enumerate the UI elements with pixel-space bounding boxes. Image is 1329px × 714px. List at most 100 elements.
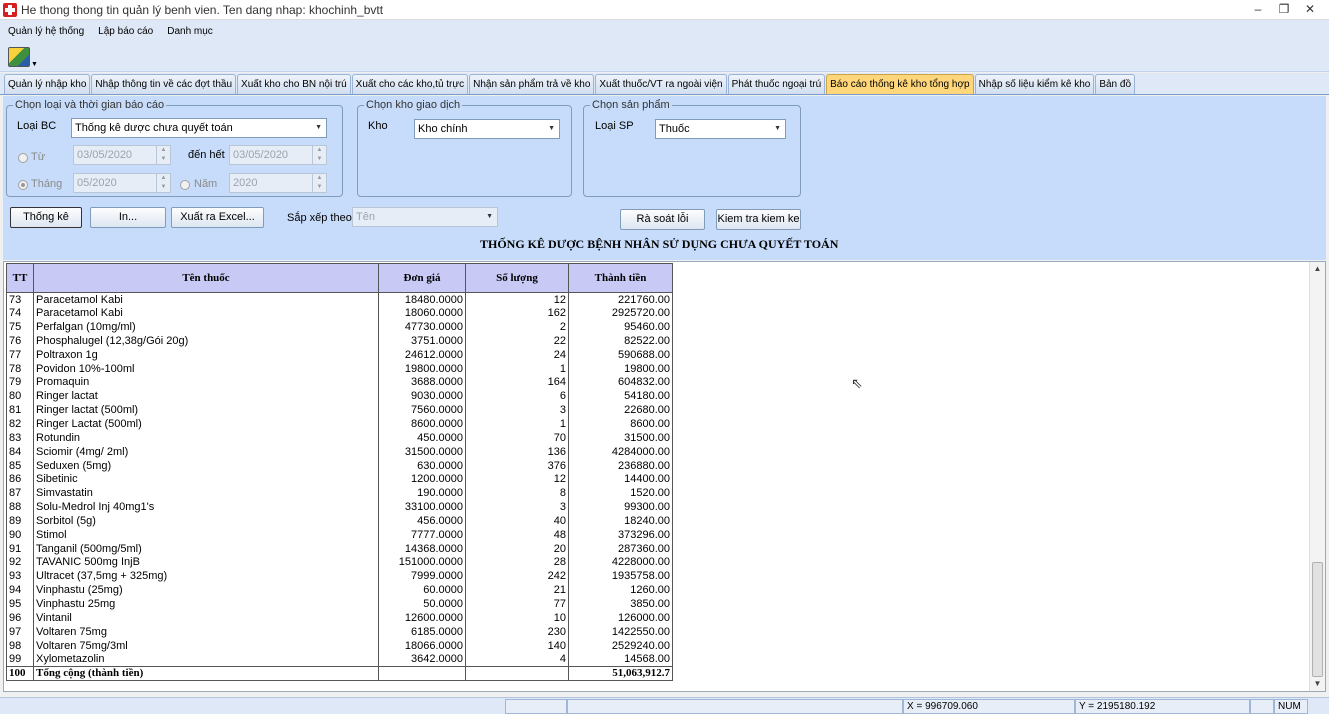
close-button[interactable]: ✕ bbox=[1297, 0, 1323, 18]
table-row[interactable]: 84 Sciomir (4mg/ 2ml) 31500.0000 136 4284000… bbox=[6, 444, 673, 459]
toolbox-icon bbox=[8, 47, 30, 67]
table-total-row[interactable]: 100 Tổng cộng (thành tiền) 51,063,912.7 bbox=[6, 665, 673, 681]
table-row[interactable]: 81 Ringer lactat (500ml) 7560.0000 3 22680.0… bbox=[6, 403, 673, 418]
group-title: Chọn loại và thời gian báo cáo bbox=[13, 99, 167, 111]
table-row[interactable]: 96 Vintanil 12600.0000 10 126000.00 bbox=[6, 610, 673, 625]
cell-thanh-tien: 3850.00 bbox=[568, 597, 673, 611]
table-row[interactable]: 80 Ringer lactat 9030.0000 6 54180.00 bbox=[6, 389, 673, 404]
table-row[interactable]: 91 Tanganil (500mg/5ml) 14368.0000 20 287360… bbox=[6, 541, 673, 556]
col-header-ten-thuoc[interactable]: Tên thuốc bbox=[33, 263, 379, 293]
table-row[interactable]: 88 Solu-Medrol Inj 40mg1's 33100.0000 3 9930… bbox=[6, 500, 673, 514]
col-header-thanh-tien[interactable]: Thành tiền bbox=[568, 263, 673, 293]
cell-don-gia: 9030.0000 bbox=[378, 389, 466, 404]
table-row[interactable]: 79 Promaquin 3688.0000 164 604832.00 bbox=[6, 375, 673, 390]
nam-radio[interactable] bbox=[180, 180, 190, 190]
toolbar-main-button[interactable]: ▼ bbox=[8, 44, 38, 70]
den-het-date-input[interactable]: 03/05/2020 ▲ ▼ bbox=[229, 145, 327, 165]
table-row[interactable]: 90 Stimol 7777.0000 48 373296.00 bbox=[6, 527, 673, 542]
table-row[interactable]: 74 Paracetamol Kabi 18060.0000 162 2925720.0… bbox=[6, 306, 673, 321]
cell-ten-thuoc: Solu-Medrol Inj 40mg1's bbox=[33, 500, 379, 514]
nam-input[interactable]: 2020 ▲ ▼ bbox=[229, 173, 327, 193]
loai-bc-select[interactable]: Thống kê dược chưa quyết toán ▼ bbox=[71, 118, 327, 138]
table-row[interactable]: 78 Povidon 10%-100ml 19800.0000 1 19800.00 bbox=[6, 361, 673, 376]
cell-so-luong: 376 bbox=[465, 458, 569, 473]
thong-ke-button[interactable]: Thống kê bbox=[10, 207, 82, 228]
cell-so-luong: 6 bbox=[465, 389, 569, 404]
table-row[interactable]: 93 Ultracet (37,5mg + 325mg) 7999.0000 242 1… bbox=[6, 569, 673, 584]
loai-sp-select[interactable]: Thuốc ▼ bbox=[655, 119, 786, 139]
tab-phat-thuoc-ngoai-tru[interactable]: Phát thuốc ngoại trú bbox=[727, 74, 826, 94]
minimize-button[interactable]: – bbox=[1245, 0, 1271, 18]
status-y-coordinate: Y = 2195180.192 bbox=[1075, 699, 1250, 714]
cell-tt: 79 bbox=[6, 375, 34, 390]
tab-ban-do[interactable]: Bản đồ bbox=[1095, 74, 1136, 94]
table-row[interactable]: 99 Xylometazolin 3642.0000 4 14568.00 bbox=[6, 652, 673, 667]
ra-soat-loi-button[interactable]: Rà soát lỗi bbox=[620, 209, 705, 230]
table-row[interactable]: 92 TAVANIC 500mg InjB 151000.0000 28 4228000… bbox=[6, 555, 673, 570]
chevron-down-icon: ▼ bbox=[315, 124, 322, 131]
print-button[interactable]: In... bbox=[90, 207, 166, 228]
cell-tt: 73 bbox=[6, 292, 34, 307]
cell-thanh-tien: 590688.00 bbox=[568, 347, 673, 362]
export-excel-button[interactable]: Xuất ra Excel... bbox=[171, 207, 264, 228]
menu-quan-ly-he-thong[interactable]: Quản lý hệ thống bbox=[8, 26, 84, 37]
table-row[interactable]: 87 Simvastatin 190.0000 8 1520.00 bbox=[6, 486, 673, 501]
cell-tt: 84 bbox=[6, 444, 34, 459]
scroll-down-icon[interactable]: ▼ bbox=[1310, 677, 1325, 691]
cell-tt: 99 bbox=[6, 652, 34, 667]
sort-select[interactable]: Tên ▼ bbox=[352, 207, 498, 227]
den-het-date-value: 03/05/2020 bbox=[233, 149, 289, 161]
table-row[interactable]: 83 Rotundin 450.0000 70 31500.00 bbox=[6, 430, 673, 445]
cell-ten-thuoc: Paracetamol Kabi bbox=[33, 292, 379, 307]
table-row[interactable]: 85 Seduxen (5mg) 630.0000 376 236880.00 bbox=[6, 458, 673, 473]
table-row[interactable]: 77 Poltraxon 1g 24612.0000 24 590688.00 bbox=[6, 347, 673, 362]
table-row[interactable]: 75 Perfalgan (10mg/ml) 47730.0000 2 95460.00 bbox=[6, 320, 673, 335]
cell-ten-thuoc: Tanganil (500mg/5ml) bbox=[33, 541, 379, 556]
thang-radio[interactable] bbox=[18, 180, 28, 190]
thang-value: 05/2020 bbox=[77, 177, 117, 189]
tab-xuat-cho-cac-kho[interactable]: Xuất cho các kho,tủ trực bbox=[351, 74, 469, 94]
menu-danh-muc[interactable]: Danh mục bbox=[167, 26, 213, 37]
scroll-up-icon[interactable]: ▲ bbox=[1310, 262, 1325, 276]
cell-don-gia: 19800.0000 bbox=[378, 361, 466, 376]
cell-tt: 94 bbox=[6, 583, 34, 598]
tab-bao-cao-thong-ke[interactable]: Báo cáo thống kê kho tổng hợp bbox=[826, 74, 974, 94]
scroll-thumb[interactable] bbox=[1312, 562, 1323, 677]
table-row[interactable]: 89 Sorbitol (5g) 456.0000 40 18240.00 bbox=[6, 514, 673, 528]
cell-tt: 89 bbox=[6, 514, 34, 528]
cell-don-gia: 60.0000 bbox=[378, 583, 466, 598]
tab-nhan-san-pham-tra-ve[interactable]: Nhận sản phẩm trả về kho bbox=[469, 74, 595, 94]
maximize-button[interactable]: ❐ bbox=[1271, 0, 1297, 18]
cell-tt: 87 bbox=[6, 486, 34, 501]
tab-xuat-kho-bn-noi-tru[interactable]: Xuất kho cho BN nội trú bbox=[237, 74, 351, 94]
tab-nhap-thong-tin-dot-thau[interactable]: Nhập thông tin về các đợt thầu bbox=[91, 74, 237, 94]
col-header-tt[interactable]: TT bbox=[6, 263, 34, 293]
table-row[interactable]: 97 Voltaren 75mg 6185.0000 230 1422550.00 bbox=[6, 624, 673, 639]
loai-sp-label: Loại SP bbox=[595, 120, 634, 132]
table-row[interactable]: 94 Vinphastu (25mg) 60.0000 21 1260.00 bbox=[6, 583, 673, 598]
tu-date-input[interactable]: 03/05/2020 ▲ ▼ bbox=[73, 145, 171, 165]
cell-so-luong: 242 bbox=[465, 569, 569, 584]
tab-nhap-so-lieu-kiem-ke[interactable]: Nhập số liệu kiểm kê kho bbox=[974, 74, 1095, 94]
table-row[interactable]: 82 Ringer Lactat (500ml) 8600.0000 1 8600.00 bbox=[6, 417, 673, 431]
table-row[interactable]: 73 Paracetamol Kabi 18480.0000 12 221760.00 bbox=[6, 292, 673, 307]
col-header-so-luong[interactable]: Số lượng bbox=[465, 263, 569, 293]
thang-input[interactable]: 05/2020 ▲ ▼ bbox=[73, 173, 171, 193]
col-header-don-gia[interactable]: Đơn giá bbox=[378, 263, 466, 293]
total-label: Tổng cộng (thành tiền) bbox=[33, 665, 379, 681]
table-row[interactable]: 95 Vinphastu 25mg 50.0000 77 3850.00 bbox=[6, 597, 673, 611]
tab-xuat-thuoc-ngoai-vien[interactable]: Xuất thuốc/VT ra ngoài viện bbox=[595, 74, 727, 94]
kho-select[interactable]: Kho chính ▼ bbox=[414, 119, 560, 139]
menu-lap-bao-cao[interactable]: Lập báo cáo bbox=[98, 26, 153, 37]
status-num-lock: NUM bbox=[1274, 699, 1308, 714]
table-row[interactable]: 98 Voltaren 75mg/3ml 18066.0000 140 2529240.… bbox=[6, 638, 673, 653]
loai-bc-label: Loại BC bbox=[17, 120, 57, 132]
tu-radio[interactable] bbox=[18, 153, 28, 163]
cell-so-luong: 8 bbox=[465, 486, 569, 501]
tab-quan-ly-nhap-kho[interactable]: Quản lý nhập kho bbox=[4, 74, 91, 94]
cell-tt: 77 bbox=[6, 347, 34, 362]
kiem-tra-kiem-ke-button[interactable]: Kiem tra kiem ke bbox=[716, 209, 801, 230]
table-row[interactable]: 86 Sibetinic 1200.0000 12 14400.00 bbox=[6, 472, 673, 487]
vertical-scrollbar[interactable]: ▲ ▼ bbox=[1309, 262, 1325, 691]
table-row[interactable]: 76 Phosphalugel (12,38g/Gói 20g) 3751.0000… bbox=[6, 334, 673, 348]
